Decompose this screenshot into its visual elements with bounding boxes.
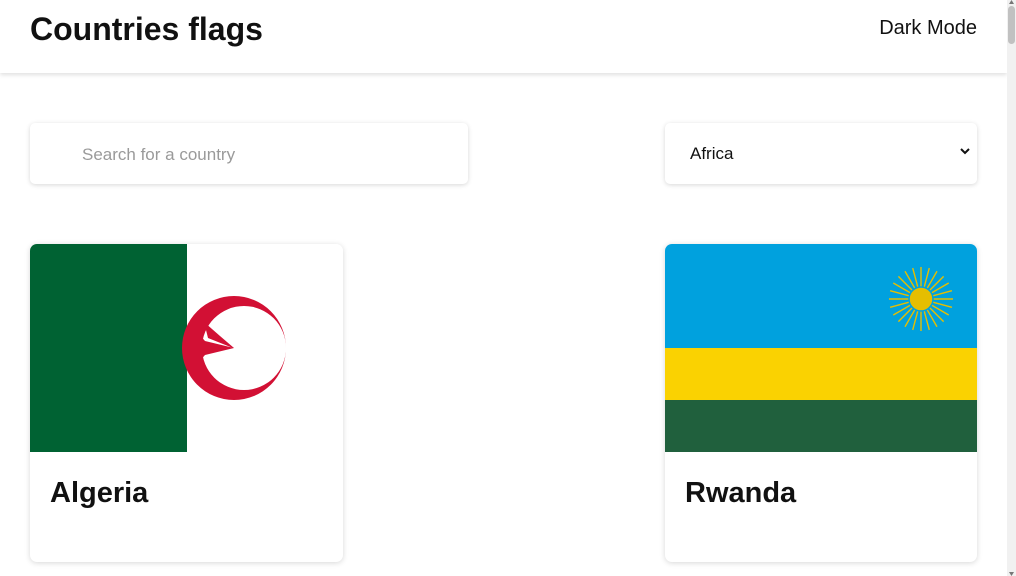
scrollbar[interactable]	[1007, 0, 1016, 576]
dark-mode-toggle[interactable]: Dark Mode	[879, 17, 977, 40]
algeria-flag-icon	[30, 244, 343, 452]
region-filter-select[interactable]: Africa	[665, 123, 977, 184]
rwanda-flag-icon	[665, 244, 977, 452]
chevron-down-icon	[960, 148, 970, 155]
country-name: Rwanda	[685, 477, 797, 509]
page-title: Countries flags	[30, 11, 263, 47]
scroll-up-icon[interactable]	[1009, 0, 1014, 4]
search-box[interactable]	[30, 123, 468, 186]
scroll-down-icon[interactable]	[1009, 572, 1014, 576]
region-filter-value: Africa	[690, 144, 734, 163]
country-name: Algeria	[50, 477, 149, 509]
search-input[interactable]	[80, 123, 454, 186]
country-card-rwanda[interactable]: Rwanda	[665, 244, 977, 562]
scrollbar-thumb[interactable]	[1008, 6, 1015, 44]
country-card-algeria[interactable]: Algeria	[30, 244, 343, 562]
header: Countries flags Dark Mode	[0, 0, 1007, 73]
